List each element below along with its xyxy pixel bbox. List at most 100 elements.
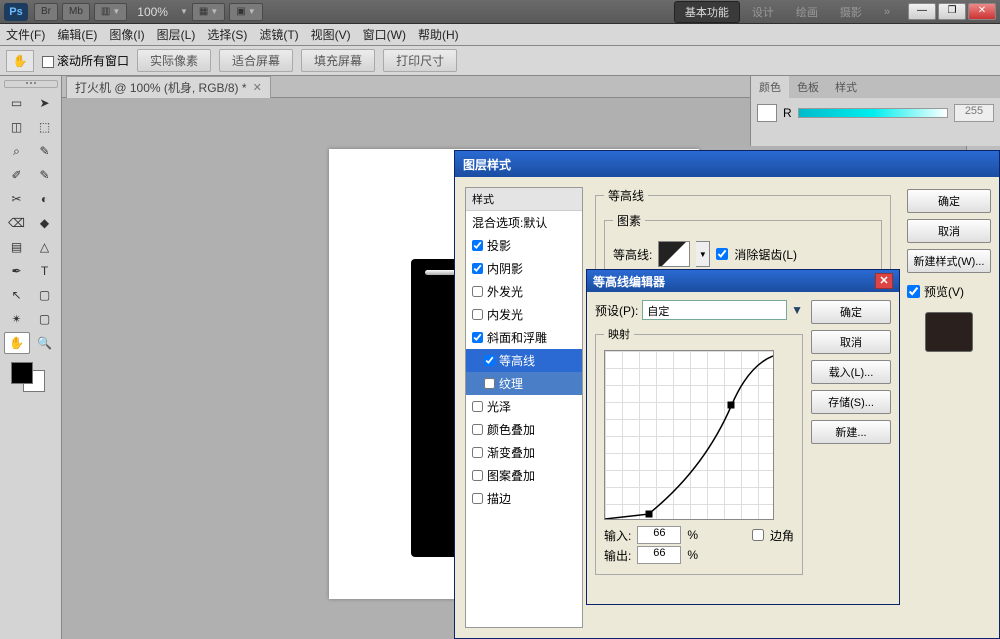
hand-tool-icon[interactable]: ✋ — [6, 50, 34, 72]
style-drop-shadow[interactable]: 投影 — [466, 234, 582, 257]
satin-checkbox[interactable] — [472, 401, 483, 412]
preview-checkbox[interactable]: 预览(V) — [907, 283, 991, 300]
preset-select[interactable]: 自定 — [642, 300, 787, 320]
contour-editor-close[interactable]: ✕ — [875, 273, 893, 289]
new-style-button[interactable]: 新建样式(W)... — [907, 249, 991, 273]
menu-file[interactable]: 文件(F) — [6, 26, 45, 43]
tool-eraser[interactable]: ⌫ — [4, 212, 30, 234]
tool-3d[interactable]: ✴ — [4, 308, 30, 330]
texture-checkbox[interactable] — [484, 378, 495, 389]
contour-cancel-button[interactable]: 取消 — [811, 330, 891, 354]
input-value[interactable]: 66 — [637, 526, 681, 544]
drop-shadow-checkbox[interactable] — [472, 240, 483, 251]
curve-editor[interactable] — [604, 350, 774, 520]
contour-checkbox[interactable] — [484, 355, 495, 366]
tool-3d-camera[interactable]: ▢ — [32, 308, 58, 330]
contour-ok-button[interactable]: 确定 — [811, 300, 891, 324]
contour-save-button[interactable]: 存储(S)... — [811, 390, 891, 414]
chevron-down-icon[interactable]: ▼ — [791, 303, 803, 317]
tool-blur[interactable]: ▤ — [4, 236, 30, 258]
color-value-input[interactable]: 255 — [954, 104, 994, 122]
tool-zoom[interactable]: 🔍 — [32, 332, 58, 354]
corner-checkbox[interactable] — [752, 529, 764, 541]
style-gradient-overlay[interactable]: 渐变叠加 — [466, 441, 582, 464]
style-stroke[interactable]: 描边 — [466, 487, 582, 510]
fill-screen-button[interactable]: 填充屏幕 — [301, 49, 375, 72]
actual-pixels-button[interactable]: 实际像素 — [137, 49, 211, 72]
style-outer-glow[interactable]: 外发光 — [466, 280, 582, 303]
contour-load-button[interactable]: 载入(L)... — [811, 360, 891, 384]
tool-marquee[interactable]: ▭ — [4, 92, 30, 114]
tab-swatches[interactable]: 色板 — [789, 76, 827, 98]
fit-screen-button[interactable]: 适合屏幕 — [219, 49, 293, 72]
workspace-more[interactable]: » — [874, 4, 900, 20]
contour-editor-titlebar[interactable]: 等高线编辑器 ✕ — [587, 270, 899, 292]
curve-point-1[interactable] — [645, 510, 652, 517]
style-texture[interactable]: 纹理 — [466, 372, 582, 395]
menu-filter[interactable]: 滤镜(T) — [259, 26, 298, 43]
color-swatch[interactable] — [11, 362, 51, 392]
style-contour[interactable]: 等高线 — [466, 349, 582, 372]
tool-dodge[interactable]: △ — [32, 236, 58, 258]
cancel-button[interactable]: 取消 — [907, 219, 991, 243]
minimize-button[interactable]: — — [908, 3, 936, 20]
tool-brush[interactable]: ✎ — [32, 164, 58, 186]
preview-check[interactable] — [907, 285, 920, 298]
workspace-tab-painting[interactable]: 绘画 — [786, 2, 828, 22]
tab-color[interactable]: 颜色 — [751, 76, 789, 98]
gradient-overlay-checkbox[interactable] — [472, 447, 483, 458]
menu-window[interactable]: 窗口(W) — [363, 26, 406, 43]
tool-type[interactable]: T — [32, 260, 58, 282]
close-button[interactable]: ✕ — [968, 3, 996, 20]
contour-swatch[interactable] — [658, 241, 690, 267]
workspace-tab-photography[interactable]: 摄影 — [830, 2, 872, 22]
dialog-titlebar[interactable]: 图层样式 — [455, 151, 999, 177]
output-value[interactable]: 66 — [637, 546, 681, 564]
style-color-overlay[interactable]: 颜色叠加 — [466, 418, 582, 441]
style-inner-glow[interactable]: 内发光 — [466, 303, 582, 326]
zoom-level[interactable]: 100% — [131, 5, 174, 19]
stroke-checkbox[interactable] — [472, 493, 483, 504]
color-overlay-checkbox[interactable] — [472, 424, 483, 435]
contour-dropdown[interactable]: ▼ — [696, 241, 710, 267]
toolbar-drag-handle[interactable] — [4, 80, 58, 88]
menu-select[interactable]: 选择(S) — [207, 26, 247, 43]
style-satin[interactable]: 光泽 — [466, 395, 582, 418]
bevel-checkbox[interactable] — [472, 332, 483, 343]
minibridge-button[interactable]: Mb — [62, 3, 90, 21]
tool-heal[interactable]: ✐ — [4, 164, 30, 186]
style-inner-shadow[interactable]: 内阴影 — [466, 257, 582, 280]
tab-styles[interactable]: 样式 — [827, 76, 865, 98]
inner-glow-checkbox[interactable] — [472, 309, 483, 320]
tool-move[interactable]: ➤ — [32, 92, 58, 114]
workspace-tab-design[interactable]: 设计 — [742, 2, 784, 22]
menu-edit[interactable]: 编辑(E) — [57, 26, 97, 43]
panel-color-swatch[interactable] — [757, 104, 777, 122]
close-icon[interactable]: ✕ — [253, 81, 262, 94]
tool-pen[interactable]: ✒ — [4, 260, 30, 282]
style-pattern-overlay[interactable]: 图案叠加 — [466, 464, 582, 487]
tool-gradient[interactable]: ◆ — [32, 212, 58, 234]
tool-hand[interactable]: ✋ — [4, 332, 30, 354]
tool-crop[interactable]: ⌕ — [4, 140, 30, 162]
color-slider[interactable] — [798, 108, 948, 118]
screen-mode-button[interactable]: ▥▼ — [94, 3, 127, 21]
maximize-button[interactable]: ❐ — [938, 3, 966, 20]
antialias-checkbox[interactable] — [716, 248, 728, 260]
menu-view[interactable]: 视图(V) — [311, 26, 351, 43]
style-bevel[interactable]: 斜面和浮雕 — [466, 326, 582, 349]
arrange-button[interactable]: ▦▼ — [192, 3, 225, 21]
tool-lasso[interactable]: ◫ — [4, 116, 30, 138]
outer-glow-checkbox[interactable] — [472, 286, 483, 297]
curve-point-2[interactable] — [728, 401, 735, 408]
tool-shape[interactable]: ▢ — [32, 284, 58, 306]
workspace-tab-essentials[interactable]: 基本功能 — [674, 1, 740, 23]
pattern-overlay-checkbox[interactable] — [472, 470, 483, 481]
print-size-button[interactable]: 打印尺寸 — [383, 49, 457, 72]
inner-shadow-checkbox[interactable] — [472, 263, 483, 274]
tool-history-brush[interactable]: ◐ — [32, 188, 58, 210]
tool-clone[interactable]: ✂ — [4, 188, 30, 210]
document-tab[interactable]: 打火机 @ 100% (机身, RGB/8) * ✕ — [66, 76, 271, 98]
tool-eyedropper[interactable]: ✎ — [32, 140, 58, 162]
menu-image[interactable]: 图像(I) — [109, 26, 144, 43]
